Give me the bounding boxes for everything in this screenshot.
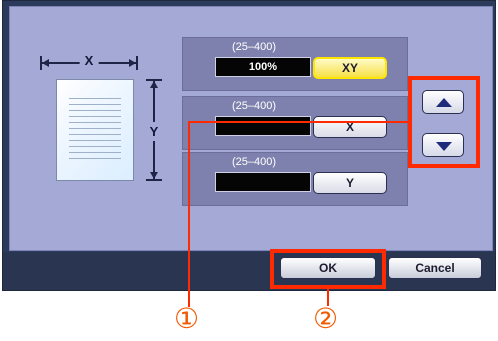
zoom-group-x: (25–400) X <box>182 96 408 150</box>
callout-1-leader-vertical <box>188 121 190 307</box>
document-preview-icon <box>56 79 134 181</box>
zoom-range-label: (25–400) <box>231 100 277 112</box>
zoom-x-value <box>215 116 311 136</box>
x-dimension-label: X <box>79 53 99 68</box>
zoom-range-label: (25–400) <box>231 156 277 168</box>
zoom-group-y: (25–400) Y <box>182 152 408 206</box>
zoom-xy-button[interactable]: XY <box>313 57 387 79</box>
ok-highlight-box <box>270 249 386 289</box>
cancel-button[interactable]: Cancel <box>388 257 482 279</box>
zoom-x-button[interactable]: X <box>313 116 387 138</box>
zoom-xy-value: 100% <box>215 57 311 77</box>
y-dimension-indicator: Y <box>146 79 162 181</box>
updown-highlight-box <box>408 76 480 168</box>
x-dimension-indicator: X <box>40 53 138 70</box>
zoom-range-label: (25–400) <box>231 41 277 53</box>
zoom-y-button[interactable]: Y <box>313 172 387 194</box>
y-dimension-label: Y <box>149 122 159 141</box>
callout-1-label: ① <box>174 302 200 335</box>
callout-1-leader <box>188 121 412 123</box>
zoom-group-xy: (25–400) 100% XY <box>182 37 408 91</box>
zoom-y-value <box>215 172 311 192</box>
callout-2-label: ② <box>313 302 339 335</box>
